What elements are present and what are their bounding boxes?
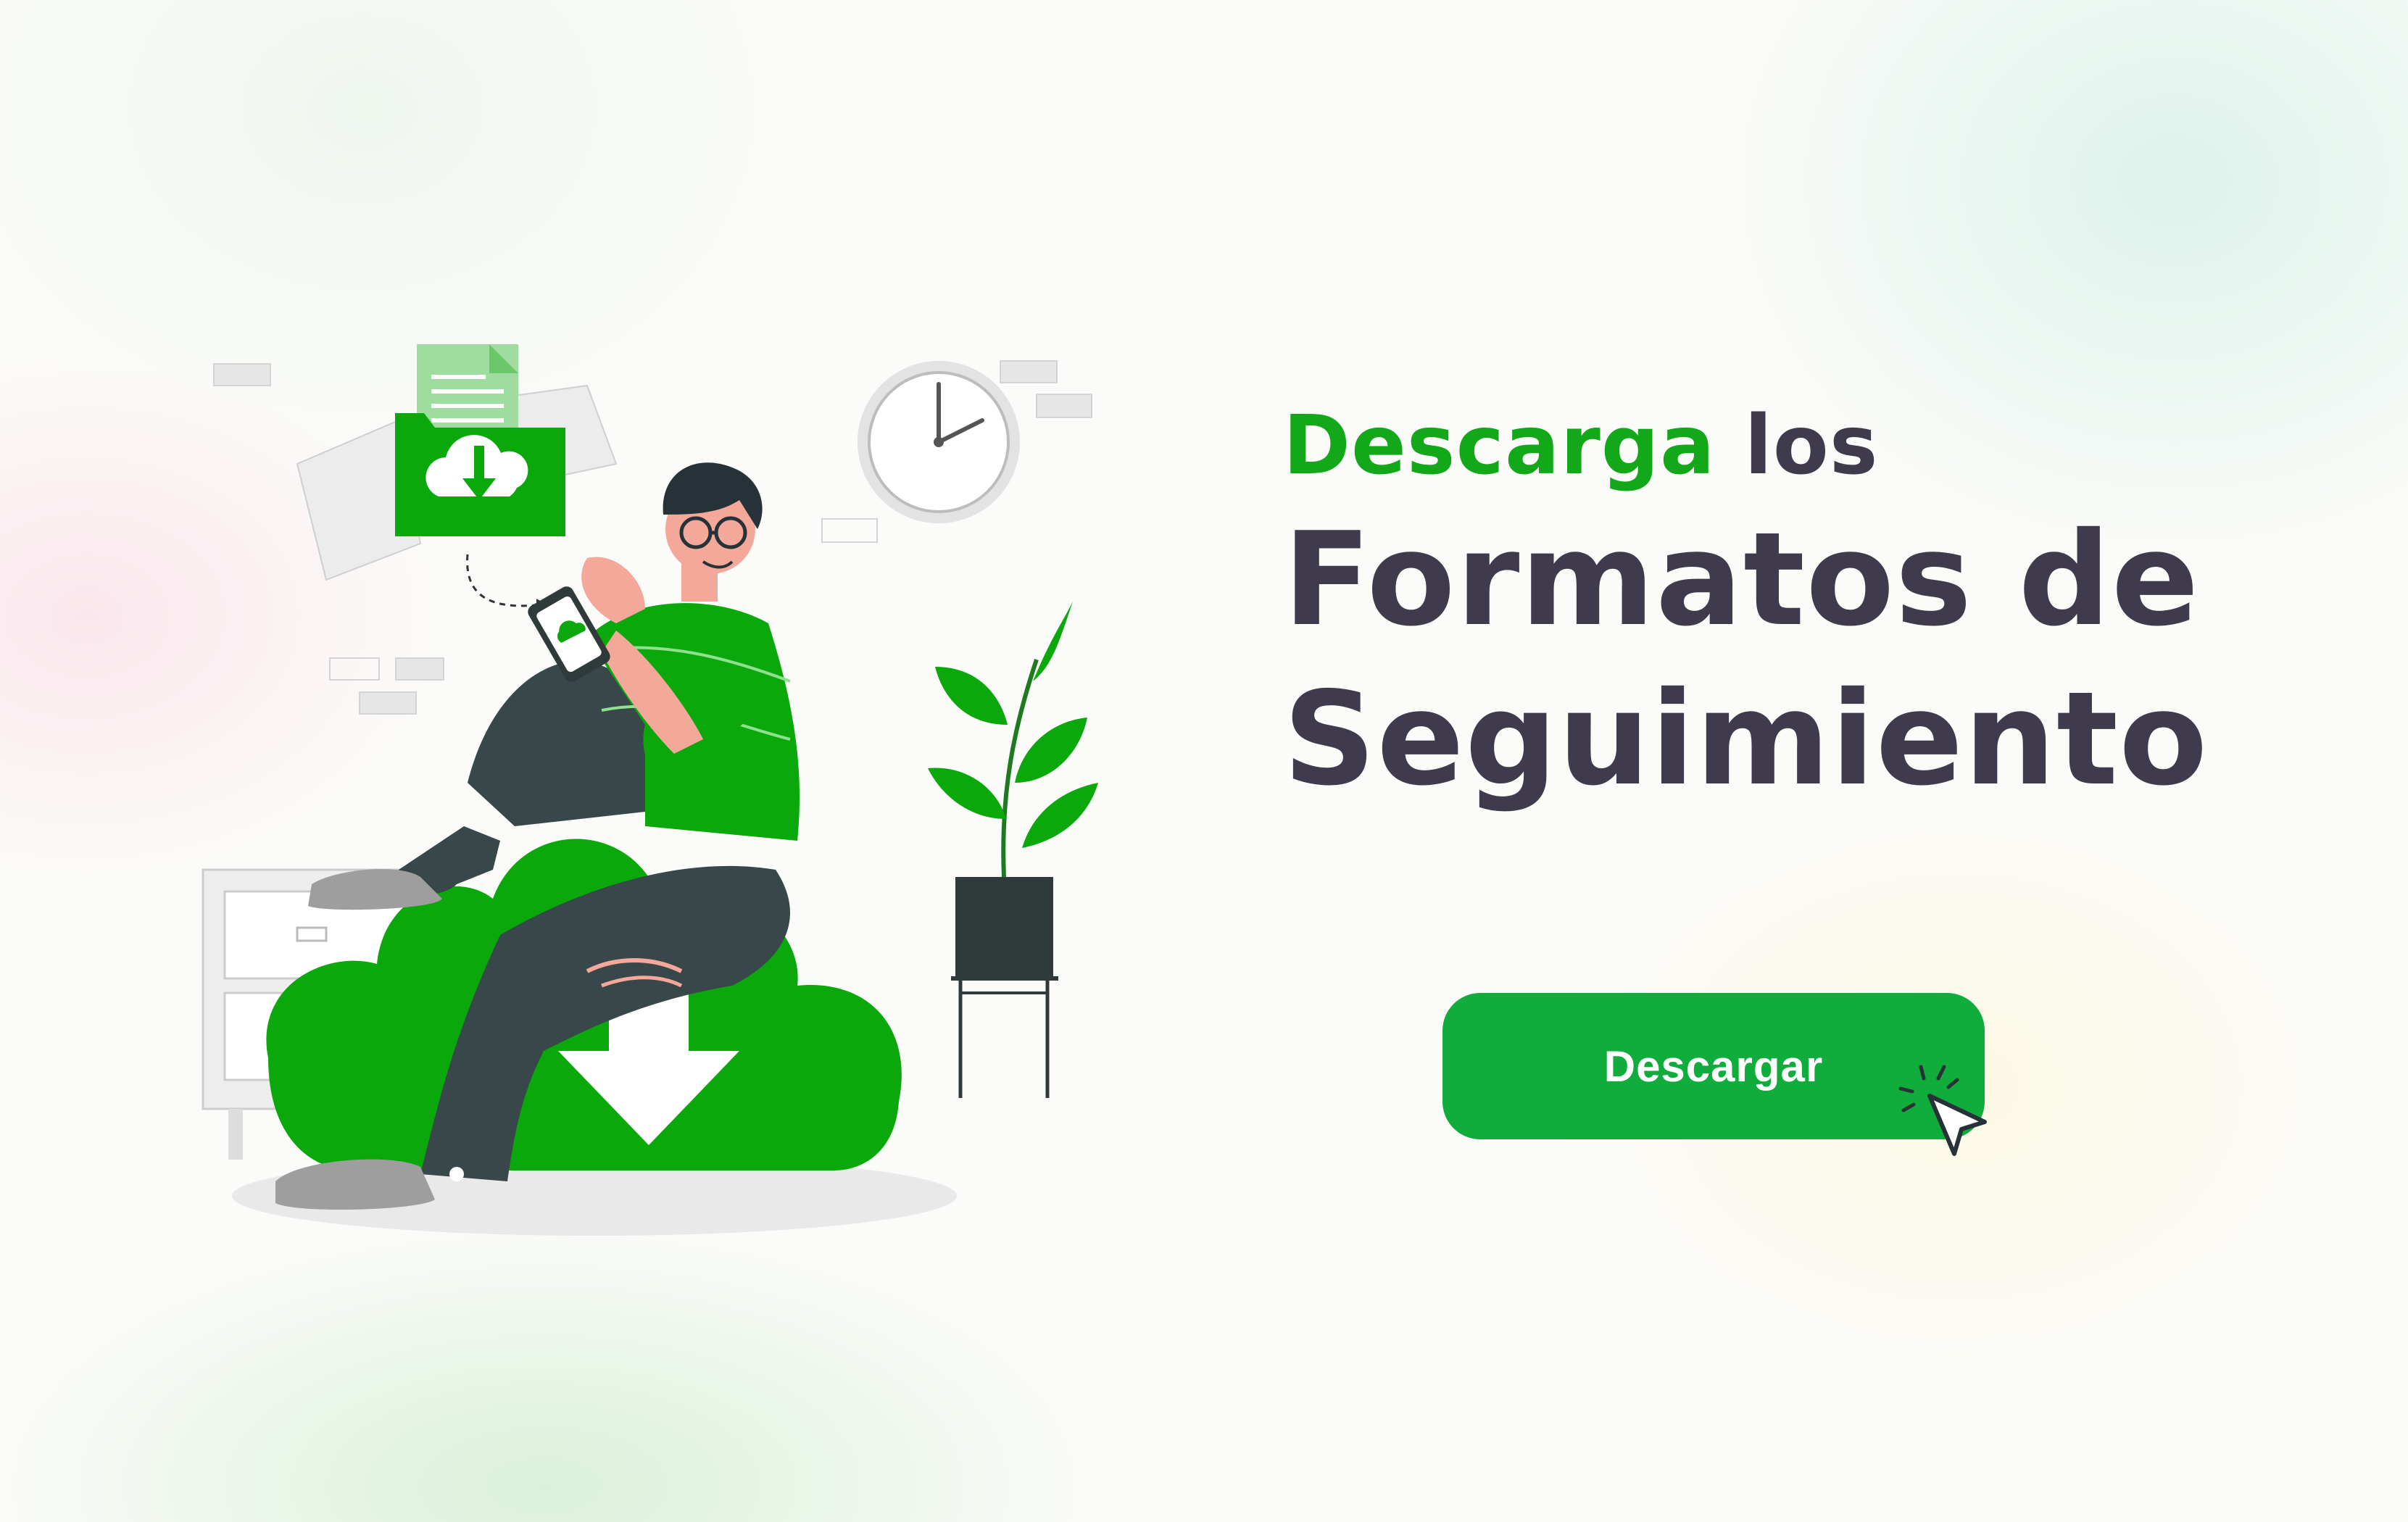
headline-line1-rest: los	[1715, 399, 1879, 493]
headline-line2: Formatos de	[1283, 504, 2200, 654]
dashed-arrow	[466, 554, 537, 607]
cursor-click-icon	[1898, 1065, 1987, 1156]
plant-icon	[928, 602, 1098, 1098]
headline-line3: Seguimiento	[1283, 664, 2209, 814]
hero-illustration	[202, 344, 1098, 1236]
clock-icon	[858, 361, 1020, 523]
headline-accent: Descarga	[1283, 399, 1716, 493]
headline-line1: Descarga los	[1283, 391, 2208, 500]
headline: Descarga los Formatos de Seguimiento	[1283, 391, 2208, 819]
folder-download-icon	[296, 344, 618, 581]
